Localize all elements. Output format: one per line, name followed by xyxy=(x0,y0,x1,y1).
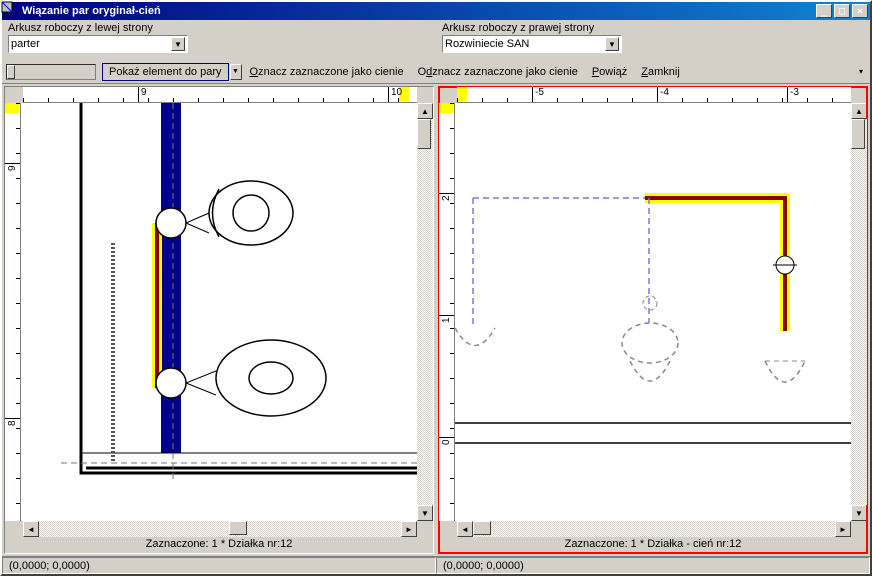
right-pane: -5-4-3 210 xyxy=(438,86,868,554)
main-window: Wiązanie par oryginał-cień _ □ × Arkusz … xyxy=(0,0,872,576)
scroll-right-button[interactable]: ► xyxy=(835,521,851,537)
scroll-up-button[interactable]: ▲ xyxy=(851,103,867,119)
mark-shadows-menu[interactable]: Oznacz zaznaczone jako cienie xyxy=(244,64,410,80)
left-horizontal-scrollbar[interactable]: ◄ ► xyxy=(23,521,417,537)
zoom-slider[interactable] xyxy=(6,64,96,80)
left-sheet-dropdown[interactable]: parter ▼ xyxy=(8,35,188,53)
right-vertical-scrollbar[interactable]: ▲ ▼ xyxy=(851,103,867,521)
status-right-coords: (0,0000; 0,0000) xyxy=(436,557,870,574)
scrollbar-corner xyxy=(851,521,867,537)
slider-thumb[interactable] xyxy=(7,65,15,79)
left-sheet-value: parter xyxy=(11,38,171,50)
scrollbar-thumb[interactable] xyxy=(417,119,431,149)
app-icon xyxy=(4,4,18,18)
unmark-shadows-menu[interactable]: Odznacz zaznaczone jako cienie xyxy=(412,64,584,80)
maximize-button[interactable]: □ xyxy=(834,4,850,18)
show-pair-button[interactable]: Pokaż element do pary xyxy=(102,63,229,81)
right-ruler-vertical: 210 xyxy=(439,103,455,521)
left-pane: 910 98 xyxy=(4,86,434,554)
chevron-down-icon: ▼ xyxy=(605,37,619,51)
toolbar-overflow[interactable]: ▾ xyxy=(856,66,866,78)
scrollbar-thumb[interactable] xyxy=(473,521,491,535)
left-selection-status: Zaznaczone: 1 * Działka nr:12 xyxy=(5,537,433,553)
left-ruler-vertical: 98 xyxy=(5,103,21,521)
ruler-marker xyxy=(5,103,19,113)
close-window-button[interactable]: × xyxy=(852,4,868,18)
toolbar: Pokaż element do pary ▼ Oznacz zaznaczon… xyxy=(2,60,870,84)
worksheet-selectors: Arkusz roboczy z lewej strony parter ▼ A… xyxy=(2,20,870,60)
scroll-down-button[interactable]: ▼ xyxy=(851,505,867,521)
right-horizontal-scrollbar[interactable]: ◄ ► xyxy=(457,521,851,537)
left-ruler-horizontal: 910 xyxy=(23,87,417,103)
right-sheet-label: Arkusz roboczy z prawej strony xyxy=(442,22,864,34)
right-canvas[interactable] xyxy=(455,103,851,521)
right-sheet-value: Rozwiniecie SAN xyxy=(445,38,605,50)
window-title: Wiązanie par oryginał-cień xyxy=(22,5,814,17)
left-vertical-scrollbar[interactable]: ▲ ▼ xyxy=(417,103,433,521)
scroll-up-button[interactable]: ▲ xyxy=(417,103,433,119)
ruler-marker xyxy=(439,103,453,113)
right-sheet-dropdown[interactable]: Rozwiniecie SAN ▼ xyxy=(442,35,622,53)
close-menu[interactable]: Zamknij xyxy=(635,64,686,80)
scroll-right-button[interactable]: ► xyxy=(401,521,417,537)
show-pair-dropdown[interactable]: ▼ xyxy=(230,64,242,80)
titlebar: Wiązanie par oryginał-cień _ □ × xyxy=(2,2,870,20)
statusbar: (0,0000; 0,0000) (0,0000; 0,0000) xyxy=(2,556,870,574)
left-sheet-label: Arkusz roboczy z lewej strony xyxy=(8,22,430,34)
bind-menu[interactable]: Powiąż xyxy=(586,64,633,80)
right-ruler-horizontal: -5-4-3 xyxy=(457,87,851,103)
scroll-down-button[interactable]: ▼ xyxy=(417,505,433,521)
status-left-coords: (0,0000; 0,0000) xyxy=(2,557,436,574)
minimize-button[interactable]: _ xyxy=(816,4,832,18)
scroll-left-button[interactable]: ◄ xyxy=(23,521,39,537)
scrollbar-corner xyxy=(417,521,433,537)
chevron-down-icon: ▼ xyxy=(171,37,185,51)
scrollbar-thumb[interactable] xyxy=(229,521,247,535)
scrollbar-thumb[interactable] xyxy=(851,119,865,149)
ruler-marker xyxy=(457,87,467,101)
scroll-left-button[interactable]: ◄ xyxy=(457,521,473,537)
right-selection-status: Zaznaczone: 1 * Działka - cień nr:12 xyxy=(439,537,867,553)
left-canvas[interactable] xyxy=(21,103,417,521)
